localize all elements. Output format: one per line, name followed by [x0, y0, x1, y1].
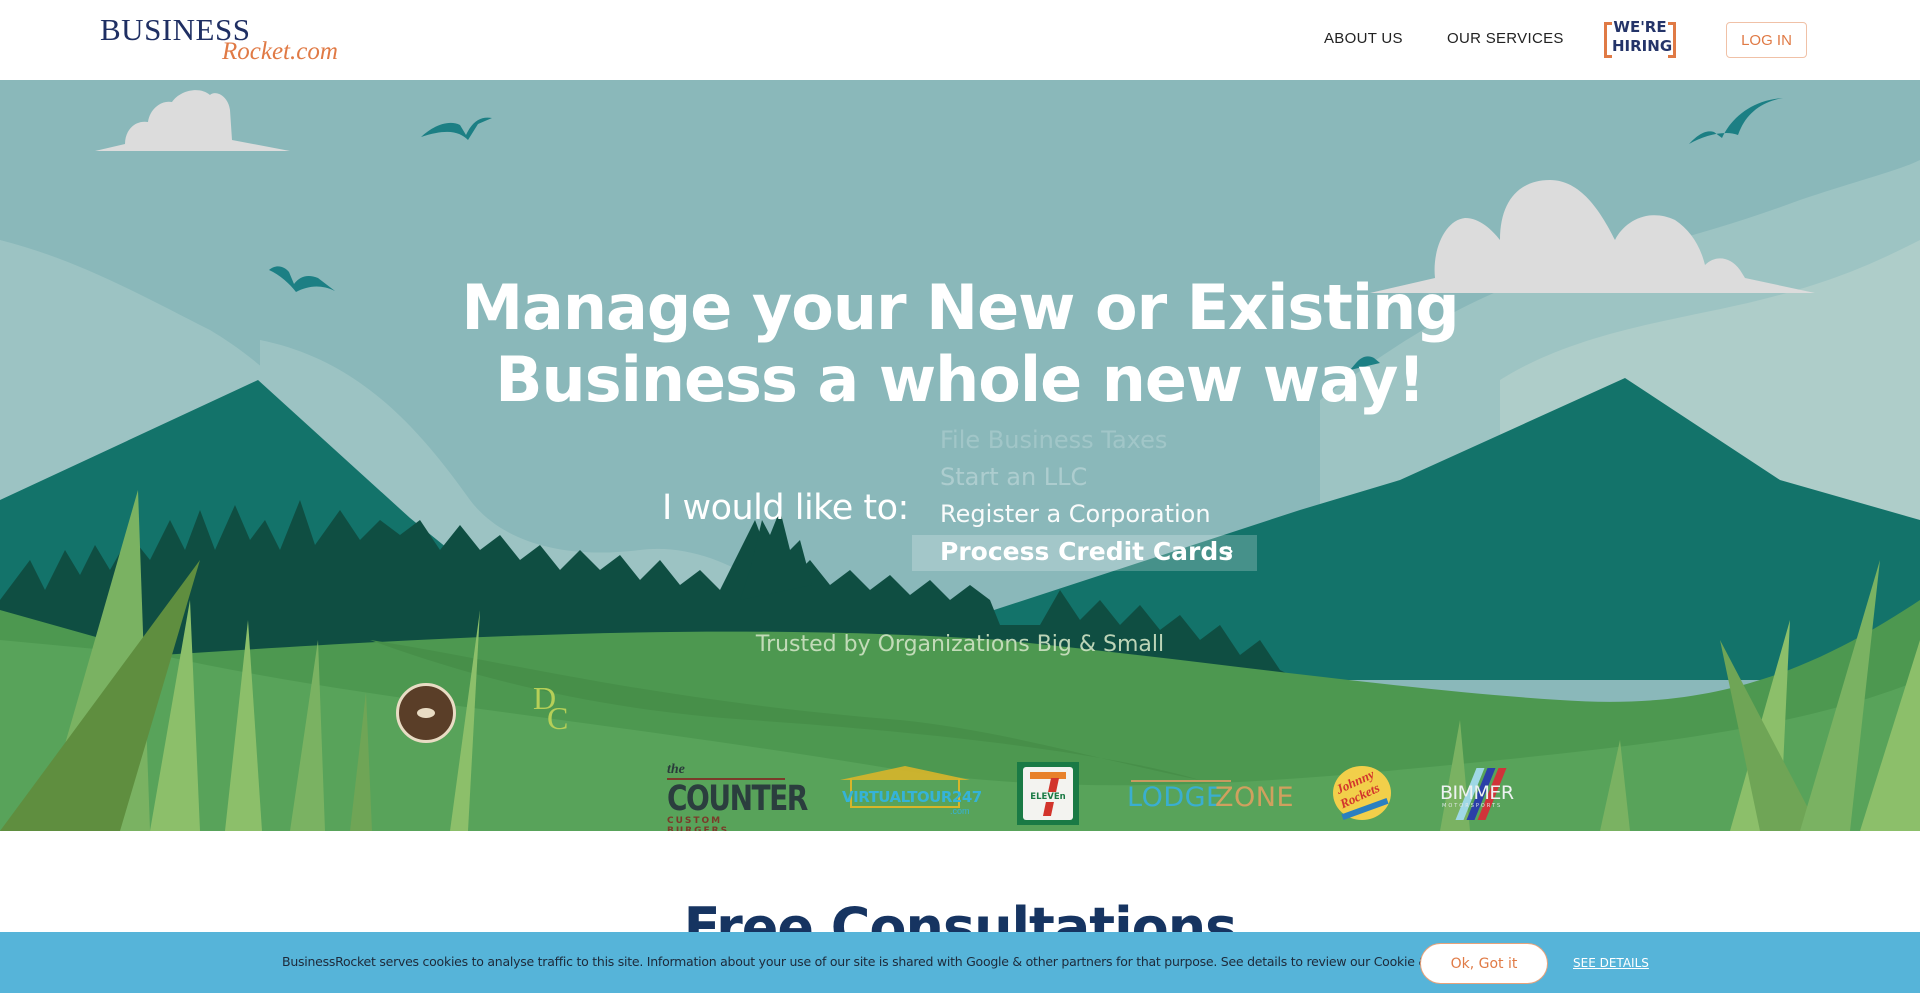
client-logo-coffee-bean [396, 683, 456, 743]
client-logo-johnny-rockets: Johnny Rockets [1333, 766, 1391, 821]
bimmer-wordmark: BIMMER [1440, 782, 1514, 804]
option-process-credit-cards[interactable]: Process Credit Cards [940, 537, 1233, 566]
were-hiring-badge[interactable]: WE'RE HIRING [1600, 14, 1680, 64]
seven-bar-orange [1030, 772, 1066, 779]
accept-cookies-button[interactable]: Ok, Got it [1420, 943, 1548, 984]
nav-our-services[interactable]: OUR SERVICES [1447, 30, 1564, 47]
lodgezone-skyline-icon [1131, 770, 1231, 782]
bracket-left-icon [1604, 22, 1612, 58]
virtualtour-wordmark: VIRTUALTOUR247 [842, 788, 982, 806]
business-rocket-logo[interactable]: BUSINESS Rocket.com [100, 12, 350, 68]
cookie-message: BusinessRocket serves cookies to analyse… [282, 954, 1514, 969]
hero-headline: Manage your New or Existing Business a w… [0, 272, 1920, 416]
client-logo-dpc: D C [533, 680, 603, 750]
client-logo-bimmer: BIMMER MOTORSPORTS [1440, 766, 1530, 822]
logo-wordmark-rocket: Rocket.com [222, 38, 338, 65]
lodgezone-word-lodge: LODGE [1127, 782, 1224, 813]
counter-wordmark: COUNTER [667, 777, 808, 819]
lodgezone-word-zone: ZONE [1215, 782, 1295, 813]
bimmer-subtitle: MOTORSPORTS [1442, 803, 1503, 809]
headline-line-2: Business a whole new way! [495, 343, 1425, 416]
dpc-mark: C [547, 700, 569, 736]
option-register-corporation[interactable]: Register a Corporation [940, 500, 1211, 528]
headline-line-1: Manage your New or Existing [461, 271, 1459, 344]
chevron-right-icon[interactable]: › [1224, 536, 1234, 566]
prompt-label: I would like to: [662, 488, 909, 528]
login-button[interactable]: LOG IN [1726, 22, 1807, 58]
coffee-bean-icon [417, 708, 435, 718]
see-details-link[interactable]: SEE DETAILS [1573, 956, 1649, 970]
cookie-banner: BusinessRocket serves cookies to analyse… [0, 932, 1920, 993]
client-logo-lodgezone: LODGE ZONE [1127, 770, 1294, 820]
option-start-an-llc[interactable]: Start an LLC [940, 463, 1087, 491]
client-logo-the-counter: the COUNTER CUSTOM BURGERS [667, 762, 808, 831]
option-file-business-taxes[interactable]: File Business Taxes [940, 426, 1167, 454]
roof-icon [840, 766, 970, 780]
hiring-badge-text: WE'RE HIRING [1612, 18, 1673, 55]
seven-eleven-wordmark: ELEVEn [1026, 792, 1070, 802]
landscape-illustration [0, 80, 1920, 831]
client-logo-7-eleven: ELEVEn [1017, 762, 1079, 825]
site-header: BUSINESS Rocket.com ABOUT US OUR SERVICE… [0, 0, 1920, 80]
nav-about-us[interactable]: ABOUT US [1324, 30, 1403, 47]
trusted-by-label: Trusted by Organizations Big & Small [755, 632, 1165, 657]
virtualtour-suffix: .com [950, 806, 970, 816]
client-logo-virtualtour247: VIRTUALTOUR247 .com [840, 766, 982, 818]
bracket-right-icon [1668, 22, 1676, 58]
hero-section: Manage your New or Existing Business a w… [0, 80, 1920, 831]
